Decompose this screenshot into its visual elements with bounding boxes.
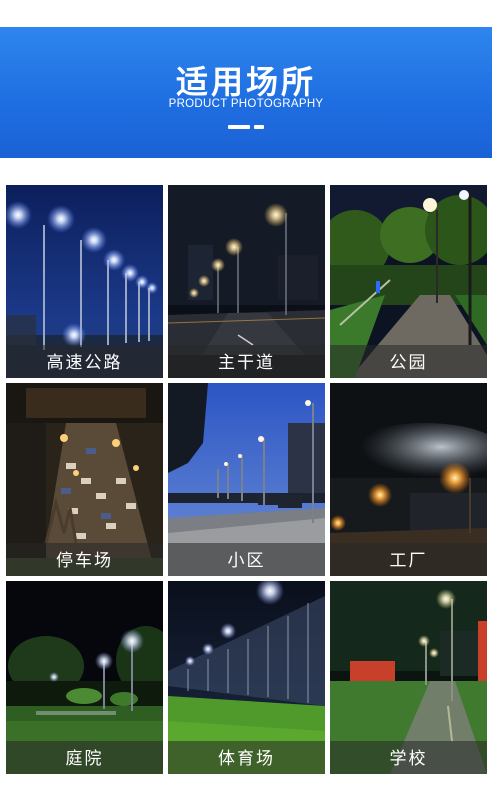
tile-school: 学校 <box>330 581 487 774</box>
tile-stadium: 体育场 <box>168 581 325 774</box>
tile-courtyard: 庭院 <box>6 581 163 774</box>
header-banner: 适用场所 PRODUCT PHOTOGRAPHY <box>0 27 492 158</box>
banner-divider <box>228 125 264 129</box>
tile-label: 学校 <box>389 749 428 769</box>
tile-label: 工厂 <box>389 551 428 571</box>
tile-main-road: 主干道 <box>168 185 325 378</box>
tile-label: 小区 <box>227 551 266 571</box>
tile-label: 公园 <box>389 353 428 373</box>
tile-label: 高速公路 <box>46 353 123 373</box>
tile-label: 体育场 <box>218 749 275 769</box>
tile-label: 庭院 <box>65 749 104 769</box>
banner-subtitle: PRODUCT PHOTOGRAPHY <box>168 98 324 110</box>
tile-residential: 小区 <box>168 383 325 576</box>
tile-factory: 工厂 <box>330 383 487 576</box>
top-spacer <box>0 0 492 27</box>
tile-label: 停车场 <box>56 551 113 571</box>
tile-highway: 高速公路 <box>6 185 163 378</box>
tile-label: 主干道 <box>218 353 275 373</box>
banner-title: 适用场所 <box>175 63 316 101</box>
tile-parking-lot: 停车场 <box>6 383 163 576</box>
tile-park: 公园 <box>330 185 487 378</box>
application-grid: 高速公路 主干道 公园 停车场 小区 工厂 庭院 体育场 学校 <box>0 185 492 775</box>
